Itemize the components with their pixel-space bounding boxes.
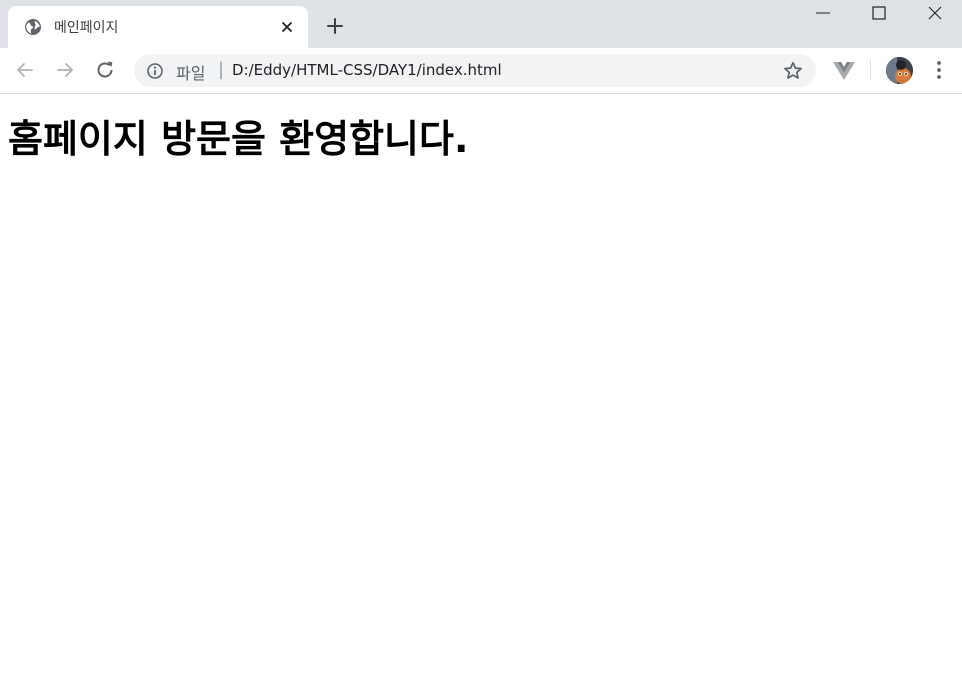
window-close-icon[interactable]	[910, 0, 962, 28]
tab-active[interactable]: 메인페이지	[8, 6, 308, 48]
page-content: 홈페이지 방문을 환영합니다.	[0, 94, 962, 679]
tab-close-icon[interactable]	[278, 18, 296, 36]
info-icon[interactable]	[146, 62, 164, 80]
profile-avatar[interactable]	[886, 57, 913, 84]
browser-toolbar: 파일 | D:/Eddy/HTML-CSS/DAY1/index.html	[0, 48, 962, 94]
arrow-left-icon[interactable]	[13, 58, 37, 82]
url-text[interactable]: D:/Eddy/HTML-CSS/DAY1/index.html	[232, 61, 502, 79]
minimize-icon[interactable]	[798, 0, 850, 28]
toolbar-divider	[870, 60, 871, 80]
new-tab-plus-icon[interactable]	[324, 15, 346, 37]
tab-strip: 메인페이지	[0, 0, 962, 48]
tab-title: 메인페이지	[54, 20, 119, 36]
maximize-icon[interactable]	[854, 0, 906, 28]
arrow-right-icon[interactable]	[53, 58, 77, 82]
page-heading: 홈페이지 방문을 환영합니다.	[8, 117, 469, 161]
vue-devtools-icon[interactable]	[832, 58, 856, 82]
browser-window: 메인페이지 파일 | D:/Eddy/HTML-CSS/DAY1/index.h…	[0, 0, 962, 679]
star-icon[interactable]	[782, 60, 804, 82]
reload-icon[interactable]	[93, 58, 117, 82]
chip-separator: |	[218, 59, 225, 80]
globe-icon	[24, 18, 42, 36]
security-chip-label: 파일	[176, 64, 206, 83]
kebab-menu-icon[interactable]	[928, 58, 950, 82]
address-bar[interactable]: 파일 | D:/Eddy/HTML-CSS/DAY1/index.html	[134, 54, 816, 87]
